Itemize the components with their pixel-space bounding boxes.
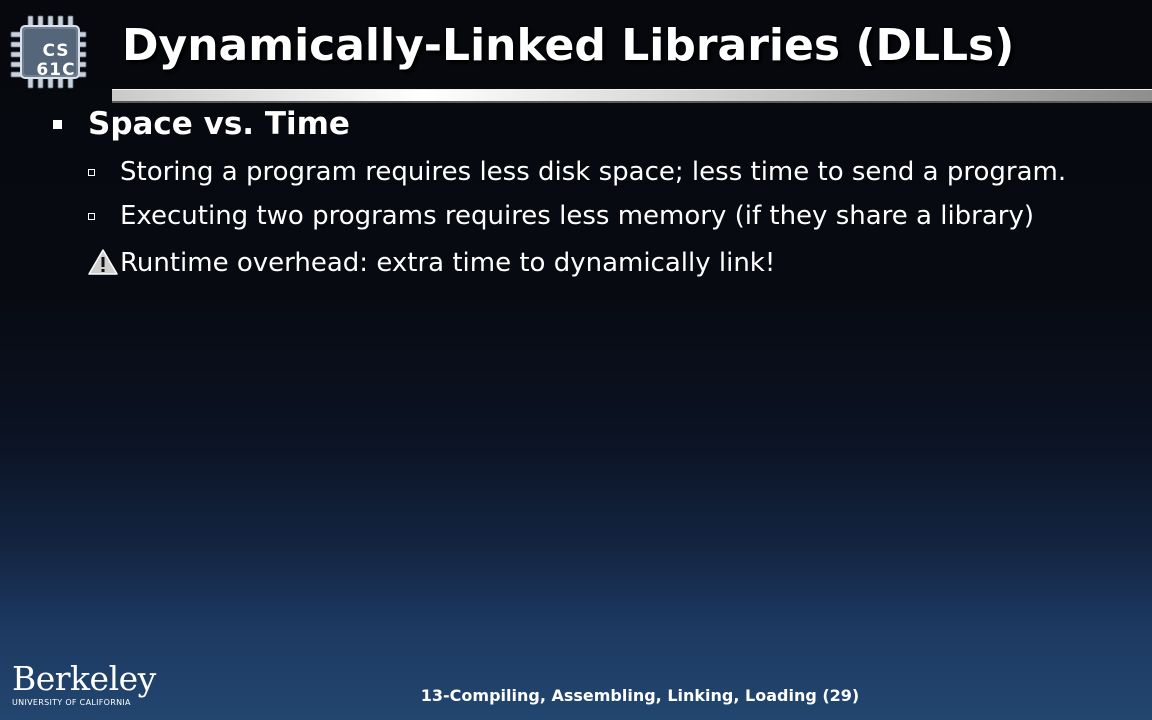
cs61c-logo: CS 61C (8, 12, 88, 92)
bullet-heading: Space vs. Time (88, 106, 350, 142)
logo-label: CS 61C (34, 42, 78, 80)
subpoint-disk-space: Storing a program requires less disk spa… (120, 157, 1067, 187)
logo-line-61c: 61C (36, 60, 76, 80)
logo-line-cs: CS (42, 41, 70, 61)
subbullet-marker (88, 213, 95, 220)
subpoint-memory: Executing two programs requires less mem… (120, 201, 1035, 231)
slide-footer: 13-Compiling, Assembling, Linking, Loadi… (420, 686, 860, 705)
slide-title: Dynamically-Linked Libraries (DLLs) (122, 20, 1015, 71)
subbullet-marker (88, 169, 95, 176)
warning-runtime-overhead: Runtime overhead: extra time to dynamica… (120, 248, 776, 278)
warning-icon (88, 249, 118, 275)
bullet-marker (53, 120, 62, 129)
